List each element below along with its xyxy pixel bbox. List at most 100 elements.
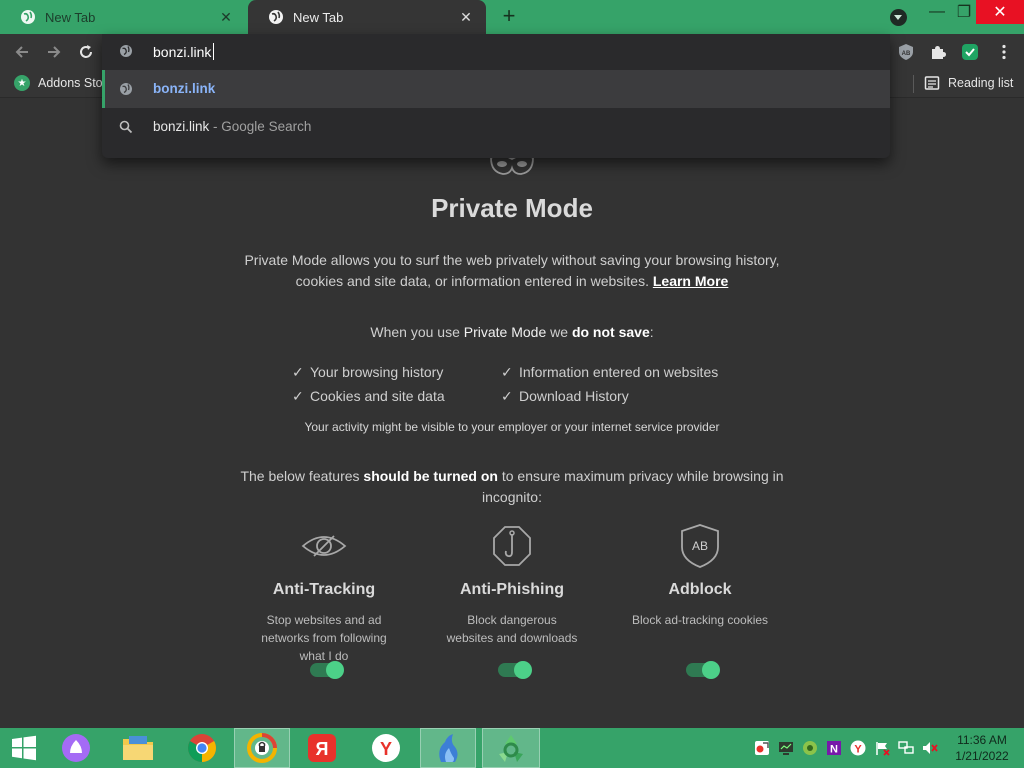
feature-title: Anti-Tracking bbox=[272, 581, 376, 598]
reading-list-button[interactable]: Reading list bbox=[924, 75, 1013, 91]
back-button[interactable] bbox=[11, 41, 33, 63]
puzzle-extensions-icon[interactable] bbox=[929, 43, 947, 61]
shield-check-icon[interactable] bbox=[961, 43, 979, 61]
reading-list-label: Reading list bbox=[948, 76, 1014, 90]
globe-icon bbox=[269, 10, 283, 24]
search-separator: - bbox=[209, 119, 222, 134]
yandex-icon: Я bbox=[308, 734, 336, 762]
blue-flame-icon bbox=[439, 734, 458, 762]
omnibox-dropdown: bonzi.link bonzi.link - Google Search bbox=[102, 34, 890, 158]
search-query: bonzi.link bbox=[153, 119, 210, 134]
feature-title: Adblock bbox=[668, 581, 732, 598]
page-title: Private Mode bbox=[431, 193, 593, 223]
not-saved-text: Information entered on websites bbox=[519, 364, 719, 380]
taskbar-yandex-browser[interactable]: Я bbox=[296, 728, 348, 768]
search-provider: Google Search bbox=[221, 119, 312, 134]
tray-yandex-icon[interactable]: Y bbox=[850, 740, 866, 756]
reload-button[interactable] bbox=[75, 41, 97, 63]
start-button[interactable] bbox=[0, 728, 48, 768]
private-mode-description: Private Mode allows you to surf the web … bbox=[224, 250, 800, 292]
svg-text:Y: Y bbox=[854, 744, 862, 756]
clock-time: 11:36 AM bbox=[957, 733, 1007, 747]
svg-text:Y: Y bbox=[380, 739, 392, 759]
not-saved-text: Download History bbox=[519, 388, 629, 404]
not-saved-text: Cookies and site data bbox=[310, 388, 445, 404]
close-window-button[interactable]: ✕ bbox=[976, 0, 1024, 24]
visibility-note: Your activity might be visible to your e… bbox=[304, 420, 720, 434]
chrome-icon bbox=[188, 734, 216, 762]
bookmark-addons-store[interactable]: ★ Addons Stor bbox=[14, 75, 107, 91]
private-mode-page: Private Mode Private Mode allows you to … bbox=[0, 98, 1024, 728]
when-prefix: When you use bbox=[370, 324, 464, 340]
taskbar-private-browser[interactable] bbox=[234, 728, 290, 768]
adblock-extension-icon[interactable]: AB bbox=[897, 43, 915, 61]
anti-tracking-toggle[interactable] bbox=[310, 661, 344, 679]
tray-app-icon[interactable] bbox=[754, 740, 770, 756]
feature-anti-tracking: Anti-Tracking Stop websites and ad netwo… bbox=[239, 522, 409, 665]
tray-green-icon[interactable] bbox=[802, 740, 818, 756]
tray-monitor-icon[interactable] bbox=[778, 740, 794, 756]
taskbar-alice[interactable] bbox=[50, 728, 102, 768]
minimize-button[interactable]: — bbox=[922, 0, 952, 24]
adblock-badge-text: AB bbox=[692, 539, 708, 553]
suggestion-text: bonzi.link - Google Search bbox=[153, 119, 311, 134]
not-saved-heading: When you use Private Mode we do not save… bbox=[0, 324, 1024, 340]
omnibox-suggestion-url[interactable]: bonzi.link bbox=[102, 70, 890, 108]
tray-onenote-icon[interactable]: N bbox=[826, 740, 842, 756]
private-browser-icon bbox=[247, 733, 277, 763]
eye-slash-icon bbox=[301, 535, 347, 557]
svg-text:AB: AB bbox=[902, 51, 911, 57]
tray-flag-icon[interactable] bbox=[874, 740, 890, 756]
taskbar-recycle-app[interactable] bbox=[482, 728, 540, 768]
tab-search-button[interactable] bbox=[890, 9, 907, 26]
not-saved-list-right: ✓ Information entered on websites ✓ Downlo… bbox=[501, 360, 718, 408]
tray-volume-muted-icon[interactable] bbox=[922, 740, 938, 756]
taskbar-yandex[interactable]: Y bbox=[360, 728, 412, 768]
forward-button[interactable] bbox=[43, 41, 65, 63]
svg-text:N: N bbox=[830, 744, 838, 756]
clock-date: 1/21/2022 bbox=[955, 749, 1009, 763]
not-saved-item: ✓ Cookies and site data bbox=[292, 384, 445, 408]
when-not-save: do not save bbox=[571, 324, 650, 340]
not-saved-text: Your browsing history bbox=[310, 364, 444, 380]
learn-more-link[interactable]: Learn More bbox=[653, 273, 728, 289]
hook-shield-icon bbox=[493, 526, 531, 566]
check-icon: ✓ bbox=[292, 364, 304, 380]
features-intro: The below features should be turned on t… bbox=[224, 466, 800, 508]
alice-assistant-icon bbox=[62, 734, 90, 762]
taskbar-shark-app[interactable] bbox=[420, 728, 476, 768]
suggestion-text: bonzi.link bbox=[153, 81, 216, 96]
check-icon: ✓ bbox=[292, 388, 304, 404]
taskbar-chrome[interactable] bbox=[176, 728, 228, 768]
kebab-menu-icon[interactable] bbox=[995, 43, 1013, 61]
taskbar-clock[interactable]: 11:36 AM 1/21/2022 bbox=[944, 732, 1020, 764]
omnibox-suggestion-search[interactable]: bonzi.link - Google Search bbox=[102, 108, 890, 146]
search-icon bbox=[119, 120, 133, 134]
maximize-button[interactable]: ❐ bbox=[952, 0, 976, 24]
address-input[interactable] bbox=[153, 42, 753, 62]
when-suffix: : bbox=[649, 324, 654, 340]
tab-title: New Tab bbox=[45, 9, 96, 25]
anti-phishing-toggle[interactable] bbox=[498, 661, 532, 679]
omnibox-input-row bbox=[102, 34, 890, 70]
close-tab-icon[interactable]: ✕ bbox=[218, 9, 234, 25]
feature-description: Block dangerous websites and downloads bbox=[446, 613, 578, 645]
arrow-left-icon bbox=[15, 46, 28, 58]
not-saved-list-left: ✓ Your browsing history ✓ Cookies and site… bbox=[292, 360, 445, 408]
tab-inactive[interactable]: New Tab ✕ bbox=[0, 0, 246, 34]
windows-taskbar: Я Y N Y 11:36 AM 1/21/2022 bbox=[0, 728, 1024, 768]
tray-network-icon[interactable] bbox=[898, 740, 914, 756]
new-tab-button[interactable]: + bbox=[498, 5, 520, 28]
bookmarks-divider bbox=[913, 75, 914, 93]
when-middle: we bbox=[546, 324, 572, 340]
close-tab-icon[interactable]: ✕ bbox=[458, 9, 474, 25]
tab-active[interactable]: New Tab ✕ bbox=[248, 0, 486, 34]
bookmark-label: Addons Stor bbox=[38, 76, 107, 90]
adblock-toggle[interactable] bbox=[686, 661, 720, 679]
feature-description: Stop websites and ad networks from follo… bbox=[261, 613, 387, 663]
below-strong: should be turned on bbox=[363, 468, 498, 484]
folder-icon bbox=[123, 736, 153, 760]
below-suffix: to ensure maximum privacy while browsing… bbox=[482, 468, 784, 505]
not-saved-item: ✓ Information entered on websites bbox=[501, 360, 718, 384]
taskbar-file-explorer[interactable] bbox=[112, 728, 164, 768]
